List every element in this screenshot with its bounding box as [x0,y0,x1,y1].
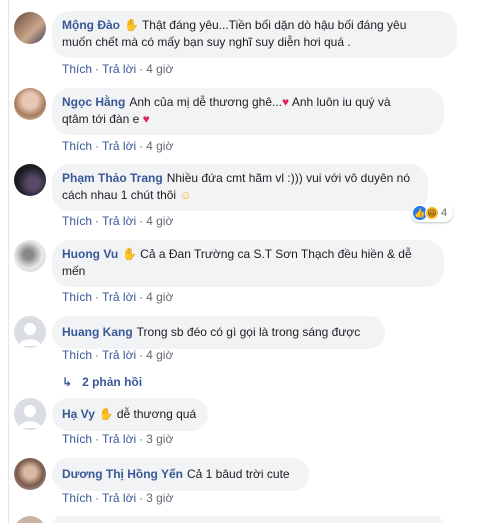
timestamp[interactable]: 4 giờ [146,290,173,304]
reply-button[interactable]: Trả lời [102,491,136,505]
like-button[interactable]: Thích [62,139,92,153]
comment-author[interactable]: Hạ Vy [62,407,95,421]
avatar[interactable] [14,164,46,196]
comment-bubble: Ngọc Hằng Anh của mị dễ thương ghê...♥ An… [52,88,444,135]
timestamp[interactable]: 4 giờ [146,214,173,228]
like-button[interactable]: Thích [62,62,92,76]
default-avatar-icon [19,405,41,428]
comment-author[interactable]: Huong Vu [62,247,118,261]
comment-text: Anh luôn iu quý và [291,95,391,109]
avatar[interactable] [14,516,46,523]
comment-actions: Thích · Trả lời · 4 giờ [62,290,174,304]
comment-bubble: Huang Kang Trong sb đéo có gì gọi là tron… [52,316,385,349]
hand-icon: ✋ [122,247,138,261]
comment-text-line2: qtâm tới đàn e [62,112,140,126]
comment-bubble: Hạ Vy ✋ dễ thương quá [52,398,208,431]
avatar[interactable] [14,316,46,348]
comment-actions: Thích · Trả lời · 4 giờ [62,348,174,362]
comment-author[interactable]: Phạm Thảo Trang [62,171,163,185]
reaction-summary[interactable]: 👍 😆 4 [411,204,454,222]
reply-button[interactable]: Trả lời [102,62,136,76]
reply-button[interactable]: Trả lời [102,139,136,153]
hand-icon: ✋ [98,407,114,421]
comment-actions: Thích · Trả lời · 4 giờ [62,62,174,76]
hand-icon: ✋ [124,18,139,32]
avatar[interactable] [14,240,46,272]
heart-icon: ♥ [142,112,150,126]
comment-text-line2: muốn chết mà có mấy bạn suy nghĩ suy diễ… [62,35,351,49]
comment-author[interactable]: Ngọc Hằng [62,95,125,109]
comment-bubble: Mộng Đào ✋ Thật đáng yêu...Tiền bối dặn dò… [52,11,457,58]
comment-text-line2: cách nhau 1 chút thôi [62,188,177,202]
comment-actions: Thích · Trả lời · 3 giờ [62,432,174,446]
reply-button[interactable]: Trả lời [102,214,136,228]
comment-text-line2: mến [62,264,86,278]
avatar[interactable] [14,12,46,44]
comment-text: Trong sb đéo có gì gọi là trong sáng đượ… [136,325,361,339]
timestamp[interactable]: 3 giờ [146,491,173,505]
like-button[interactable]: Thích [62,491,92,505]
like-button[interactable]: Thích [62,214,92,228]
comment-text: Thật đáng yêu...Tiền bối dặn dò hậu bối … [141,18,407,32]
avatar[interactable] [14,398,46,430]
like-button[interactable]: Thích [62,290,92,304]
comment-bubble: Huong Vu ✋ Cả a Đan Trường ca S.T Sơn Thạc… [52,240,444,287]
timestamp[interactable]: 4 giờ [146,62,173,76]
reply-button[interactable]: Trả lời [102,290,136,304]
comment-bubble: Dương Thị Hồng Yến Cả 1 bâud trời cute [52,458,309,491]
comment-actions: Thích · Trả lời · 4 giờ [62,214,174,228]
comment-text: dễ thương quá [116,407,197,421]
comment-author[interactable]: Huang Kang [62,325,133,339]
replies-count: 2 phản hồi [82,375,143,389]
comment-bubble [52,516,444,523]
avatar[interactable] [14,88,46,120]
avatar[interactable] [14,458,46,490]
reaction-count: 4 [441,207,448,219]
comment-author[interactable]: Mộng Đào [62,18,120,32]
like-button[interactable]: Thích [62,348,92,362]
comment-thread: Mộng Đào ✋ Thật đáng yêu...Tiền bối dặn dò… [0,0,490,523]
reply-arrow-icon: ↳ [62,375,73,389]
comment-text: Anh của mị dễ thương ghê... [129,95,283,109]
reply-button[interactable]: Trả lời [102,432,136,446]
default-avatar-icon [19,323,41,346]
like-button[interactable]: Thích [62,432,92,446]
view-replies-link[interactable]: ↳ 2 phản hồi [62,375,142,389]
heart-icon: ♥ [282,95,290,109]
smile-icon: ☺ [179,188,192,202]
timestamp[interactable]: 4 giờ [146,348,173,362]
comment-actions: Thích · Trả lời · 3 giờ [62,491,174,505]
timestamp[interactable]: 4 giờ [146,139,173,153]
comment-text: Cả a Đan Trường ca S.T Sơn Thạch đều hiề… [140,247,412,261]
comment-author[interactable]: Dương Thị Hồng Yến [62,467,183,481]
comment-bubble: Phạm Thảo Trang Nhiều đứa cmt hãm vl :)))… [52,164,428,211]
comment-text: Cả 1 bâud trời cute [187,467,290,481]
comment-text: Nhiều đứa cmt hãm vl :))) vui với vô duy… [166,171,411,185]
reply-button[interactable]: Trả lời [102,348,136,362]
haha-reaction-icon: 😆 [425,206,439,220]
comment-actions: Thích · Trả lời · 4 giờ [62,139,174,153]
thread-line [8,0,9,523]
timestamp[interactable]: 3 giờ [146,432,173,446]
